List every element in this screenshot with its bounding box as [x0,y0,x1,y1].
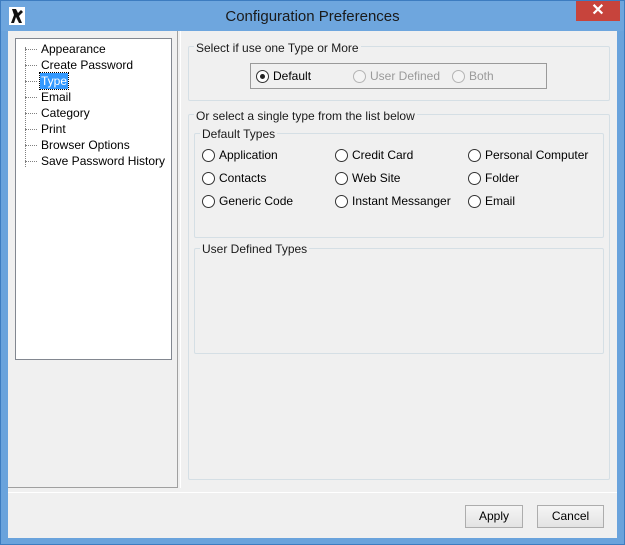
radio-folder[interactable]: Folder [468,170,519,186]
radio-icon [335,194,348,208]
default-types-heading: Default Types [200,127,278,141]
window-title: Configuration Preferences [225,8,400,25]
type-settings-panel: Select if use one Type or More Default U… [180,31,617,488]
type-mode-options: Default User Defined Both [250,63,547,89]
radio-icon [353,69,366,83]
tree-item-label: Browser Options [41,138,130,152]
radio-icon [452,69,465,83]
window: Configuration Preferences ✕ Appearance C… [0,0,625,545]
radio-icon [335,148,348,162]
tree-item-label: Print [41,122,66,136]
radio-email[interactable]: Email [468,193,515,209]
radio-icon [468,148,481,162]
apply-button[interactable]: Apply [465,505,523,528]
tree-item-label: Appearance [41,42,106,56]
user-defined-types-group[interactable] [194,248,604,354]
single-type-heading: Or select a single type from the list be… [194,109,417,123]
radio-both: Both [452,68,494,84]
tree-item-label: Save Password History [41,154,166,168]
radio-web-site[interactable]: Web Site [335,170,400,186]
type-mode-heading: Select if use one Type or More [194,41,361,55]
title-bar[interactable]: Configuration Preferences ✕ [1,1,624,31]
radio-icon [335,171,348,185]
tree-item-label: Create Password [41,58,134,72]
tree-item-label: Type [38,72,70,90]
close-button[interactable]: ✕ [576,1,620,21]
tree-item-label: Category [41,106,90,120]
radio-checked-icon [256,69,269,83]
radio-credit-card[interactable]: Credit Card [335,147,413,163]
radio-contacts[interactable]: Contacts [202,170,266,186]
radio-generic-code[interactable]: Generic Code [202,193,293,209]
navigation-panel: Appearance Create Password Type Email Ca… [8,31,178,488]
radio-icon [202,171,215,185]
radio-instant-messanger[interactable]: Instant Messanger [335,193,451,209]
radio-application[interactable]: Application [202,147,278,163]
radio-icon [202,194,215,208]
user-defined-types-heading: User Defined Types [200,242,310,256]
radio-personal-computer[interactable]: Personal Computer [468,147,588,163]
radio-icon [468,171,481,185]
radio-user-defined: User Defined [353,68,440,84]
tree-item-label: Email [41,90,72,104]
radio-default[interactable]: Default [256,68,311,84]
close-icon: ✕ [591,2,605,19]
radio-icon [468,194,481,208]
dialog-body: Appearance Create Password Type Email Ca… [8,31,617,538]
cancel-button[interactable]: Cancel [537,505,604,528]
radio-icon [202,148,215,162]
preferences-tree[interactable]: Appearance Create Password Type Email Ca… [15,38,172,360]
button-bar: Apply Cancel [8,492,617,538]
